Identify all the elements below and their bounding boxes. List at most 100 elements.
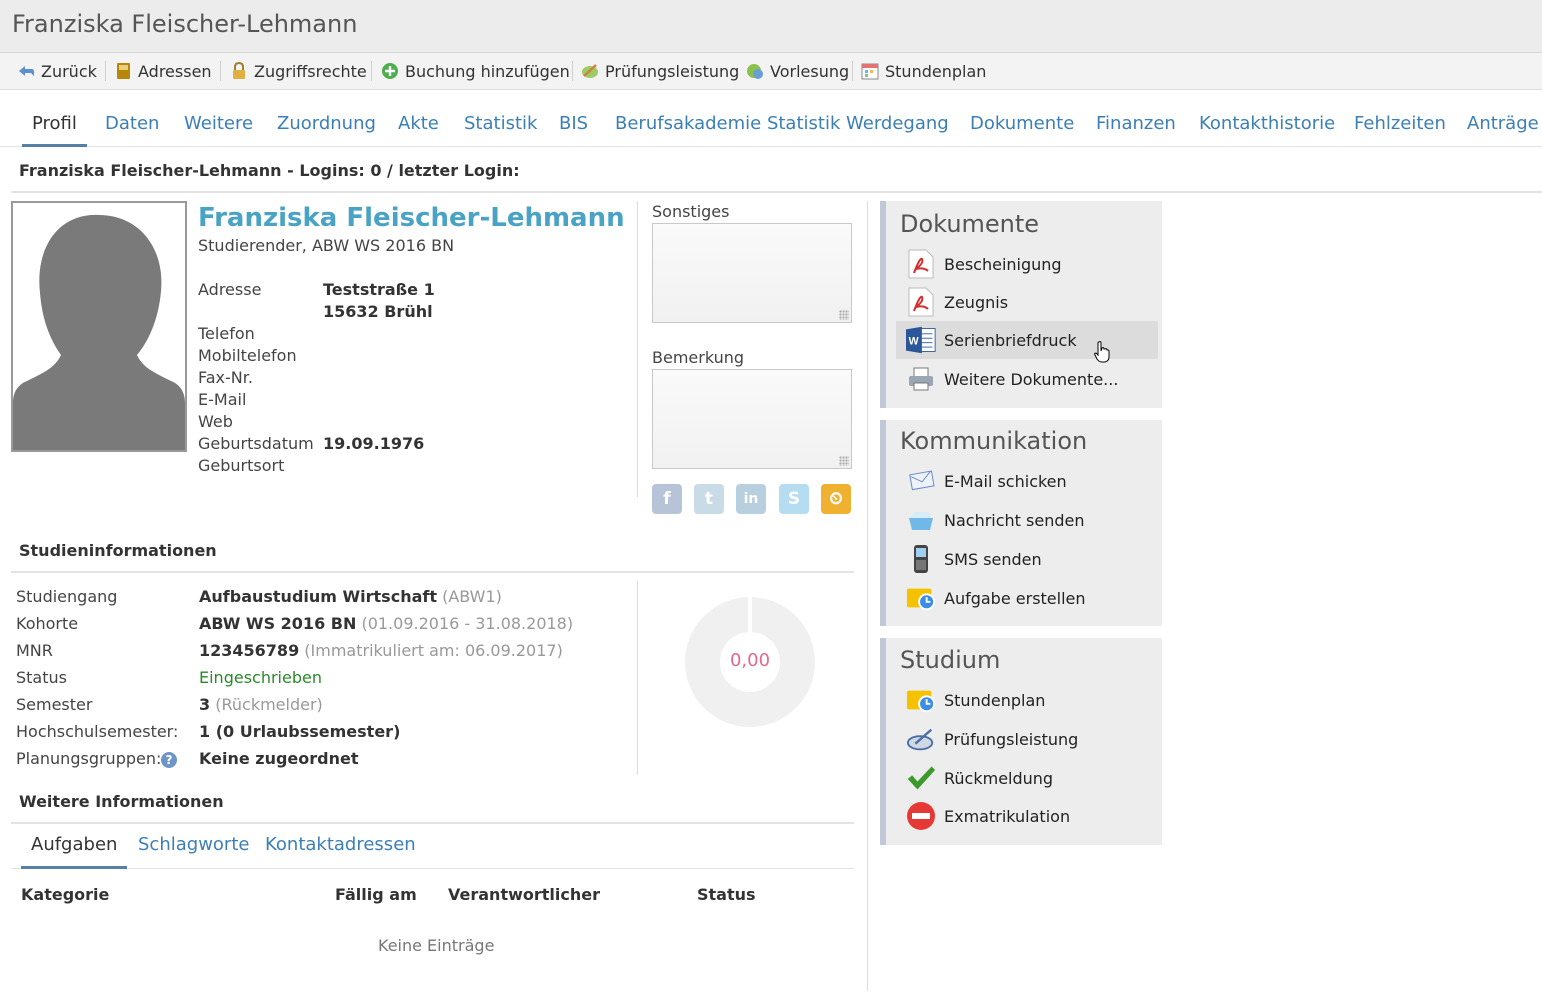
tab-finanzen[interactable]: Finanzen xyxy=(1096,106,1176,144)
column-divider xyxy=(637,581,638,775)
send-sms-label: SMS senden xyxy=(944,549,1042,569)
message-tray-icon xyxy=(906,505,936,535)
lecture-label: Vorlesung xyxy=(770,61,850,81)
tab-kontaktadressen[interactable]: Kontaktadressen xyxy=(265,834,416,866)
hochschulsemester-label: Hochschulsemester: xyxy=(16,722,179,741)
access-rights-button[interactable]: Zugriffsrechte xyxy=(230,53,367,89)
studiengang-code: (ABW1) xyxy=(442,587,502,606)
resize-grip-icon[interactable] xyxy=(839,310,849,320)
pdf-icon xyxy=(906,249,936,279)
weitere-dokumente-label: Weitere Dokumente... xyxy=(944,369,1119,389)
tab-akte[interactable]: Akte xyxy=(398,106,439,144)
title-bar: Franziska Fleischer-Lehmann xyxy=(0,0,1542,53)
birthplace-label: Geburtsort xyxy=(198,456,285,475)
help-icon[interactable]: ? xyxy=(161,752,177,768)
column-header-verantwortlicher[interactable]: Verantwortlicher xyxy=(448,885,600,904)
phone-label: Telefon xyxy=(198,324,255,343)
tab-profil[interactable]: Profil xyxy=(22,106,87,147)
tab-fehlzeiten[interactable]: Fehlzeiten xyxy=(1354,106,1446,144)
toolbar: Zurück Adressen Zugriffsrechte Buchung h… xyxy=(0,53,1542,90)
svg-text:W: W xyxy=(909,335,919,347)
back-label: Zurück xyxy=(41,61,97,81)
zeugnis-link[interactable]: Zeugnis xyxy=(896,283,1158,321)
tab-aufgaben[interactable]: Aufgaben xyxy=(21,834,128,869)
tab-schlagworte[interactable]: Schlagworte xyxy=(138,834,249,866)
planungsgruppen-label: Planungsgruppen: xyxy=(16,749,162,768)
column-header-status[interactable]: Status xyxy=(697,885,756,904)
add-booking-button[interactable]: Buchung hinzufügen xyxy=(381,53,570,89)
task-clock-icon xyxy=(906,583,936,613)
add-booking-label: Buchung hinzufügen xyxy=(405,61,570,81)
addresses-button[interactable]: Adressen xyxy=(114,53,212,89)
send-email-link[interactable]: E-Mail schicken xyxy=(896,462,1158,500)
timetable-link[interactable]: Stundenplan xyxy=(896,681,1158,719)
email-icon xyxy=(906,466,936,496)
address-label: Adresse xyxy=(198,280,262,299)
tab-daten[interactable]: Daten xyxy=(105,106,159,144)
re-registration-link[interactable]: Rückmeldung xyxy=(896,759,1158,797)
lecture-button[interactable]: Vorlesung xyxy=(746,53,849,89)
send-sms-link[interactable]: SMS senden xyxy=(896,540,1158,578)
create-task-link[interactable]: Aufgabe erstellen xyxy=(896,579,1158,617)
mnr-value: 123456789 xyxy=(199,641,300,660)
send-message-link[interactable]: Nachricht senden xyxy=(896,501,1158,539)
donut-gap xyxy=(748,597,752,633)
study-panel: Studium Stundenplan Prüfungsleistung Rüc… xyxy=(880,638,1162,845)
weitere-dokumente-link[interactable]: Weitere Dokumente... xyxy=(896,360,1158,398)
exam-button[interactable]: Prüfungsleistung xyxy=(581,53,739,89)
tab-zuordnung[interactable]: Zuordnung xyxy=(277,106,376,144)
semester-label: Semester xyxy=(16,695,93,714)
tab-statistik[interactable]: Statistik xyxy=(464,106,537,144)
documents-panel: Dokumente Bescheinigung Zeugnis W Serien… xyxy=(880,201,1162,408)
skype-icon[interactable]: S xyxy=(779,484,809,514)
sonstiges-label: Sonstiges xyxy=(652,202,730,221)
mnr-value-row: 123456789 (Immatrikuliert am: 06.09.2017… xyxy=(199,641,563,660)
further-info-heading: Weitere Informationen xyxy=(19,792,224,811)
serienbriefdruck-link[interactable]: W Serienbriefdruck xyxy=(896,321,1158,363)
study-panel-title: Studium xyxy=(900,646,1001,674)
column-header-kategorie[interactable]: Kategorie xyxy=(21,885,109,904)
bemerkung-textarea[interactable] xyxy=(652,369,852,469)
mnr-label: MNR xyxy=(16,641,53,660)
column-header-faellig[interactable]: Fällig am xyxy=(335,885,417,904)
communication-panel-title: Kommunikation xyxy=(900,427,1088,455)
tab-dokumente[interactable]: Dokumente xyxy=(970,106,1074,144)
birthdate-label: Geburtsdatum xyxy=(198,434,314,453)
email-label: E-Mail xyxy=(198,390,247,409)
tab-kontakthistorie[interactable]: Kontakthistorie xyxy=(1199,106,1335,144)
exmatriculation-link[interactable]: Exmatrikulation xyxy=(896,797,1158,835)
zeugnis-label: Zeugnis xyxy=(944,292,1009,312)
bescheinigung-label: Bescheinigung xyxy=(944,254,1062,274)
study-info-heading: Studieninformationen xyxy=(19,541,217,560)
semester-value: 3 xyxy=(199,695,211,714)
tab-weitere[interactable]: Weitere xyxy=(184,106,253,144)
exam-performance-link[interactable]: Prüfungsleistung xyxy=(896,720,1158,758)
tab-berufsakademie-statistik[interactable]: Berufsakademie Statistik xyxy=(615,106,840,144)
timetable-button[interactable]: Stundenplan xyxy=(861,53,986,89)
tab-werdegang[interactable]: Werdegang xyxy=(846,106,949,144)
credits-donut-chart: 0,00 xyxy=(685,597,815,727)
bescheinigung-link[interactable]: Bescheinigung xyxy=(896,245,1158,283)
mobile-phone-icon xyxy=(906,544,936,574)
lecture-icon xyxy=(747,64,763,79)
tab-antraege[interactable]: Anträge xyxy=(1467,106,1539,144)
toolbar-separator xyxy=(105,61,106,81)
tab-bis[interactable]: BIS xyxy=(559,106,588,144)
sonstiges-textarea[interactable] xyxy=(652,223,852,323)
clock-icon[interactable]: ⏲ xyxy=(821,484,851,514)
address-line2: 15632 Brühl xyxy=(323,302,433,321)
timetable-label: Stundenplan xyxy=(944,690,1046,710)
toolbar-separator xyxy=(852,61,853,81)
back-button[interactable]: Zurück xyxy=(17,53,97,89)
studiengang-value: Aufbaustudium Wirtschaft xyxy=(199,587,437,606)
toolbar-separator xyxy=(220,61,221,81)
profile-photo[interactable] xyxy=(11,201,187,452)
resize-grip-icon[interactable] xyxy=(839,456,849,466)
twitter-icon[interactable]: t xyxy=(694,484,724,514)
linkedin-icon[interactable]: in xyxy=(736,484,766,514)
main-tabs: Profil Daten Weitere Zuordnung Akte Stat… xyxy=(0,106,1542,147)
add-circle-icon xyxy=(382,63,398,79)
exam-icon xyxy=(582,64,598,78)
further-info-tabs: Aufgaben Schlagworte Kontaktadressen xyxy=(11,826,854,869)
facebook-icon[interactable]: f xyxy=(652,484,682,514)
